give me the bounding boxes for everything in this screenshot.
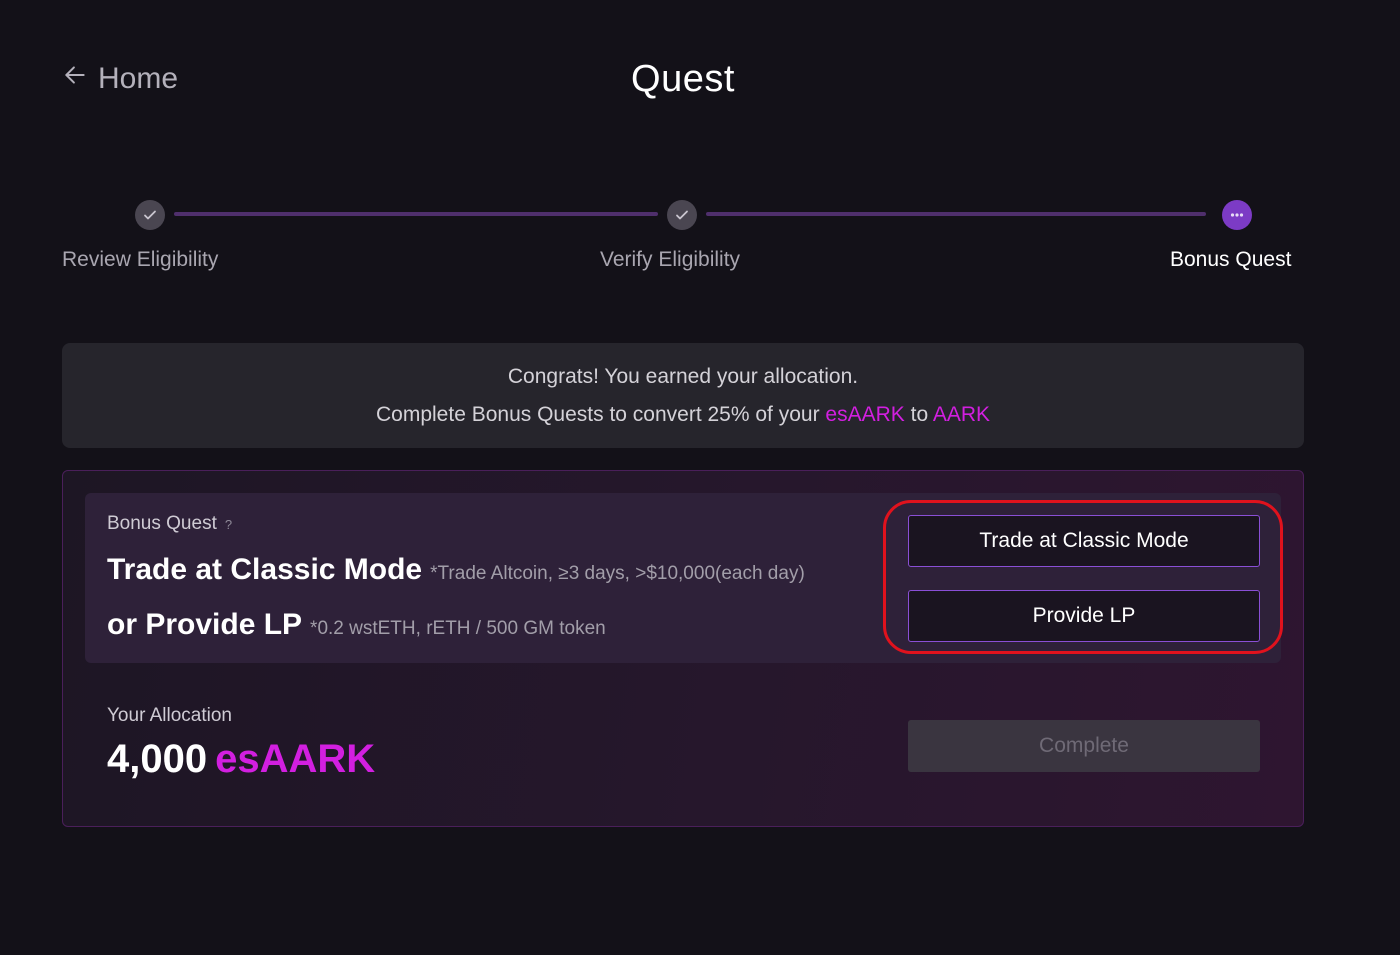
allocation-label: Your Allocation bbox=[107, 705, 233, 726]
step-label-bonus-quest: Bonus Quest bbox=[1170, 248, 1292, 271]
banner-line-2-middle: to bbox=[904, 402, 933, 426]
quest-section-label: Bonus Quest ? bbox=[107, 513, 232, 535]
quest-option-1-title: Trade at Classic Mode bbox=[107, 553, 423, 586]
allocation-value: 4,000 esAARK bbox=[107, 737, 375, 782]
quest-section-label-text: Bonus Quest bbox=[107, 513, 217, 534]
allocation-amount: 4,000 bbox=[107, 737, 208, 781]
help-icon[interactable]: ? bbox=[225, 517, 232, 532]
step-1-check-icon bbox=[135, 200, 165, 230]
banner-line-2-prefix: Complete Bonus Quests to convert 25% of … bbox=[376, 402, 826, 426]
quest-option-1: Trade at Classic Mode *Trade Altcoin, ≥3… bbox=[107, 553, 805, 587]
step-connector-1 bbox=[174, 212, 658, 216]
bonus-quest-card: Bonus Quest ? Trade at Classic Mode *Tra… bbox=[62, 470, 1304, 827]
quest-option-2-note: *0.2 wstETH, rETH / 500 GM token bbox=[310, 618, 606, 639]
step-label-verify-eligibility: Verify Eligibility bbox=[600, 248, 741, 271]
trade-classic-mode-button[interactable]: Trade at Classic Mode bbox=[908, 515, 1260, 567]
banner-line-1: Congrats! You earned your allocation. bbox=[507, 364, 859, 388]
step-3-ellipsis-icon bbox=[1222, 200, 1252, 230]
progress-stepper: Review Eligibility Verify Eligibility Bo… bbox=[0, 0, 1400, 300]
banner-token-esaark: esAARK bbox=[825, 402, 905, 426]
provide-lp-button[interactable]: Provide LP bbox=[908, 590, 1260, 642]
congrats-banner: Congrats! You earned your allocation. Co… bbox=[62, 343, 1304, 448]
step-label-review-eligibility: Review Eligibility bbox=[62, 248, 219, 271]
step-connector-2 bbox=[706, 212, 1206, 216]
quest-option-2: or Provide LP *0.2 wstETH, rETH / 500 GM… bbox=[107, 608, 606, 642]
banner-token-aark: AARK bbox=[932, 402, 990, 426]
step-2-check-icon bbox=[667, 200, 697, 230]
complete-button[interactable]: Complete bbox=[908, 720, 1260, 772]
banner-line-2: Complete Bonus Quests to convert 25% of … bbox=[376, 403, 990, 427]
quest-option-2-title: or Provide LP bbox=[107, 608, 303, 641]
quest-option-1-note: *Trade Altcoin, ≥3 days, >$10,000(each d… bbox=[430, 563, 805, 584]
allocation-token: esAARK bbox=[215, 737, 376, 781]
